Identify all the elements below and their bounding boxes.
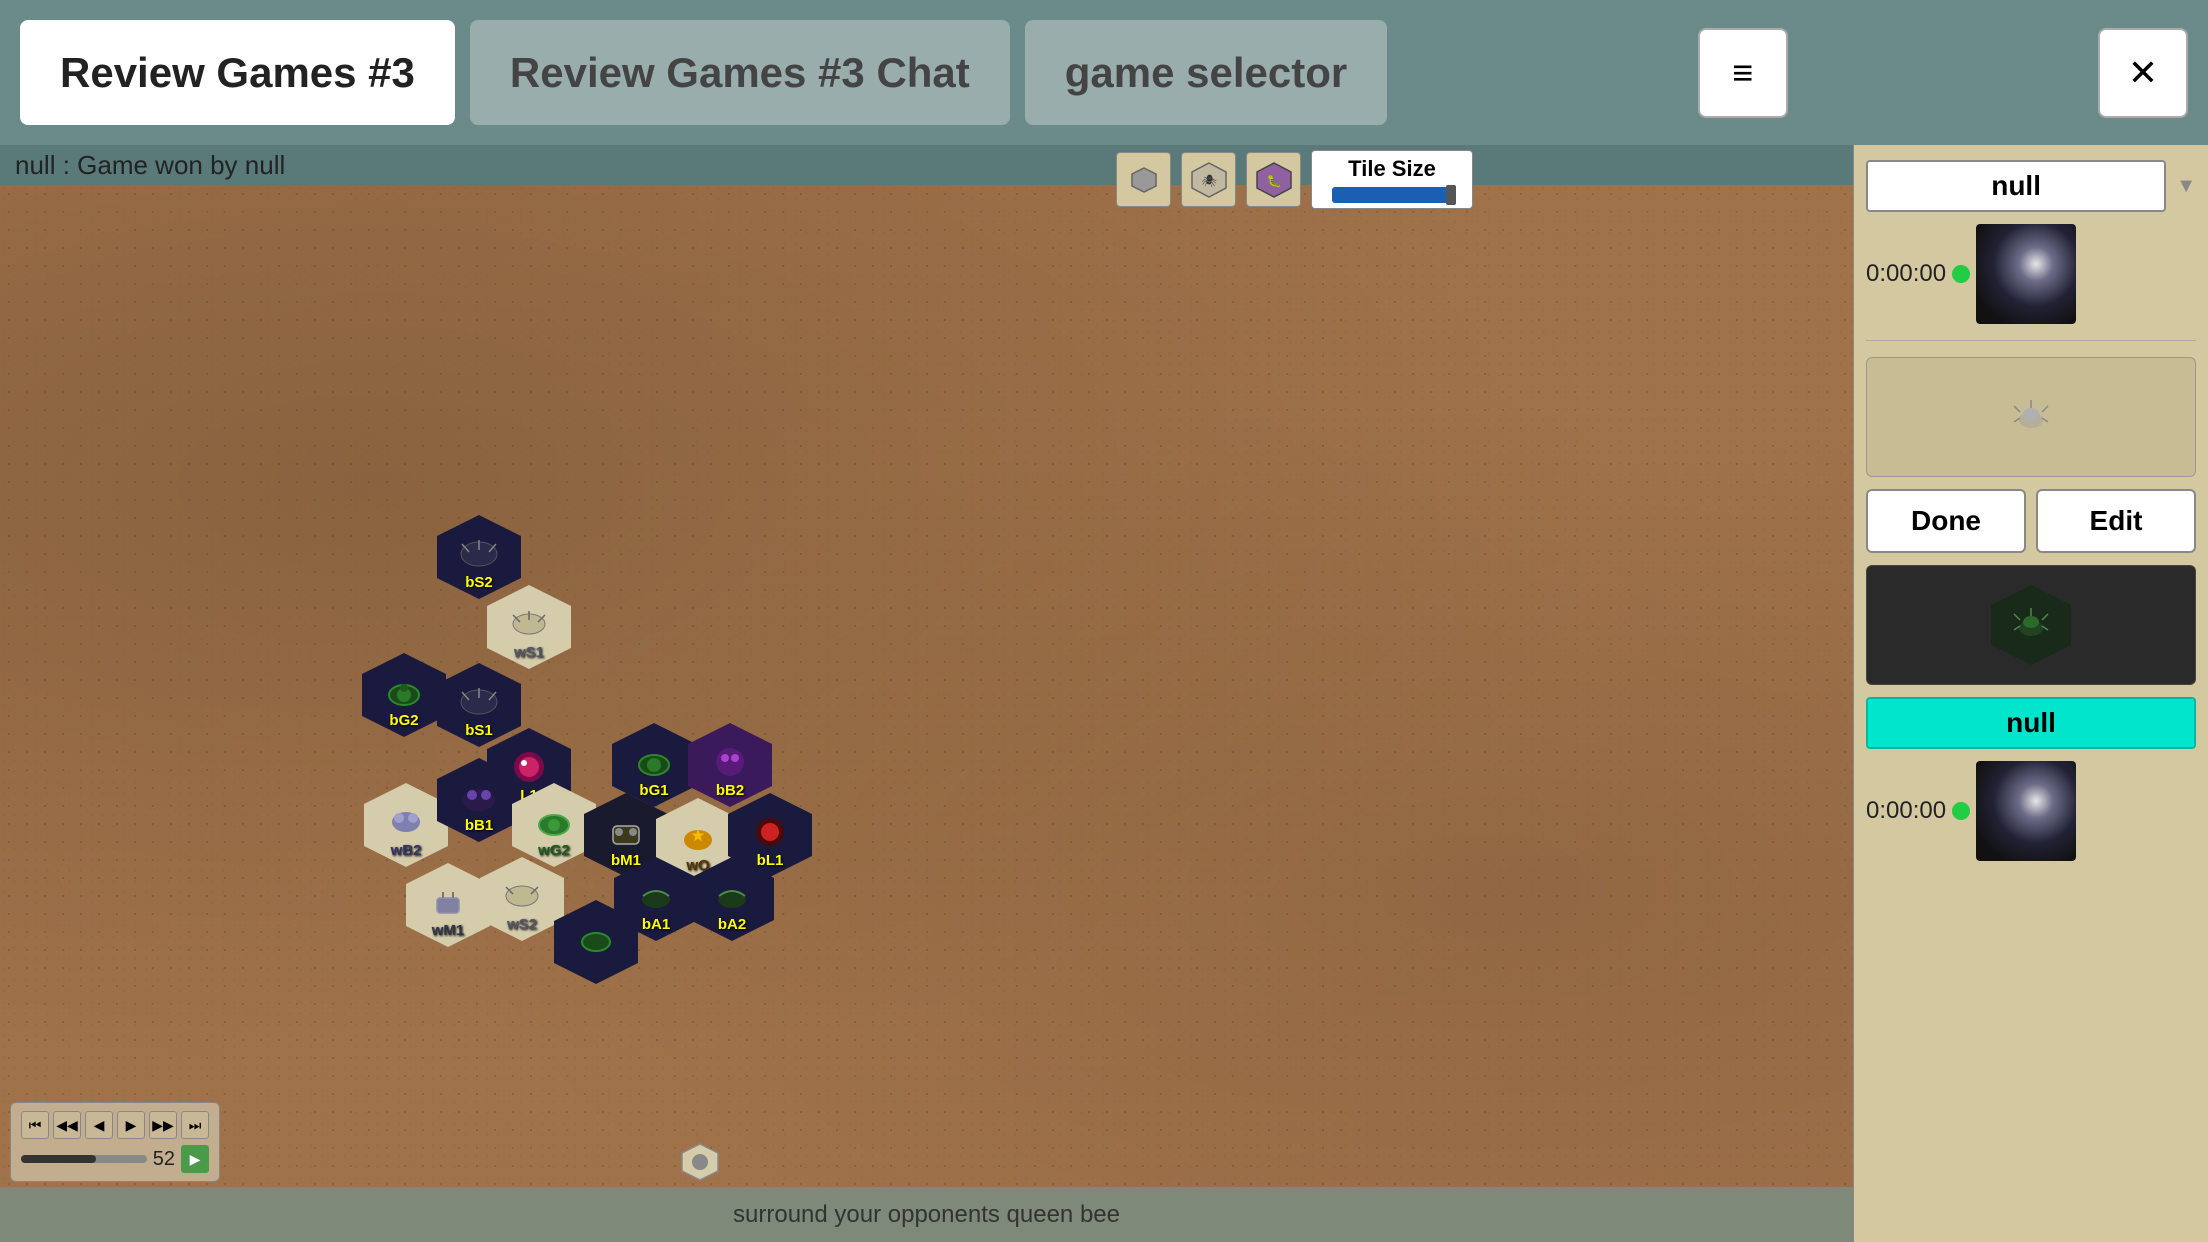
tab-chat[interactable]: Review Games #3 Chat (470, 20, 1010, 125)
hex-wB2[interactable]: wB2 (364, 783, 448, 867)
svg-text:🕷: 🕷 (1201, 174, 1216, 188)
player1-dropdown-icon: ▼ (2176, 175, 2196, 198)
piece-tray-top (1866, 357, 2196, 477)
tile-icon-small[interactable] (1116, 152, 1171, 207)
playback-rewind[interactable]: ◀ (85, 1111, 113, 1139)
hex-wS2[interactable]: wS2 (480, 857, 564, 941)
tab-game-selector[interactable]: game selector (1025, 20, 1387, 125)
player2-time: 0:00:00 (1866, 797, 1946, 825)
tile-size-slider[interactable] (1332, 187, 1452, 203)
tab-review-games[interactable]: Review Games #3 (20, 20, 455, 125)
board-area: null : Game won by null 🕷 (0, 145, 1853, 1242)
play-next-btn[interactable]: ▶ (181, 1145, 209, 1173)
status-bar: null : Game won by null 🕷 (0, 145, 1853, 185)
tile-size-label: Tile Size (1348, 156, 1436, 182)
hex-label-bM1: bM1 (611, 852, 641, 869)
hex-label-bB1: bB1 (465, 817, 493, 834)
hex-label-bL1: bL1 (757, 852, 784, 869)
tray-hex-piece[interactable] (1991, 377, 2071, 457)
progress-bar[interactable] (21, 1155, 147, 1163)
player1-time-dot (1952, 265, 1970, 283)
hex-label-bA1: bA1 (642, 916, 670, 933)
menu-button[interactable]: ≡ (1698, 28, 1788, 118)
tile-size-control: 🕷 🐛 Tile Size (1116, 150, 1473, 209)
player1-time: 0:00:00 (1866, 260, 1946, 288)
player1-galaxy-thumb (1976, 224, 2076, 324)
playback-rewind-fast[interactable]: ◀◀ (53, 1111, 81, 1139)
player2-row: null (1866, 697, 2196, 749)
done-btn[interactable]: Done (1866, 489, 2026, 553)
hex-wS1[interactable]: wS1 (487, 585, 571, 669)
tile-size-box: Tile Size (1311, 150, 1473, 209)
player1-time-row: 0:00:00 (1866, 224, 2196, 324)
hex-label-bA2: bA2 (718, 916, 746, 933)
main-content: null : Game won by null 🕷 (0, 145, 2208, 1242)
hex-label-bG2: bG2 (389, 712, 418, 729)
hex-label-wS2: wS2 (507, 916, 537, 933)
hex-bS1[interactable]: bS1 (437, 663, 521, 747)
hint-text: surround your opponents queen bee (733, 1201, 1120, 1229)
player1-name-btn[interactable]: null (1866, 160, 2166, 212)
tile-icon-purple[interactable]: 🐛 (1246, 152, 1301, 207)
player-indicator (680, 1142, 720, 1182)
player1-row: null ▼ (1866, 160, 2196, 212)
step-count: 52 (153, 1148, 175, 1171)
player2-galaxy-thumb (1976, 761, 2076, 861)
hex-label-wM1: wM1 (432, 922, 465, 939)
piece-tray-dark (1866, 565, 2196, 685)
bottom-bar: surround your opponents queen bee (0, 1187, 1853, 1242)
tile-icon-spider[interactable]: 🕷 (1181, 152, 1236, 207)
playback-buttons: ⏮ ◀◀ ◀ ▶ ▶▶ ⏭ (21, 1111, 209, 1139)
hex-bB2[interactable]: bB2 (688, 723, 772, 807)
playback-forward-fast[interactable]: ▶▶ (149, 1111, 177, 1139)
player2-name-btn[interactable]: null (1866, 697, 2196, 749)
hex-label-bG1: bG1 (639, 782, 668, 799)
playback-controls: ⏮ ◀◀ ◀ ▶ ▶▶ ⏭ 52 ▶ (10, 1102, 220, 1182)
playback-end[interactable]: ⏭ (181, 1111, 209, 1139)
player2-time-dot (1952, 802, 1970, 820)
edit-btn[interactable]: Edit (2036, 489, 2196, 553)
playback-forward[interactable]: ▶ (117, 1111, 145, 1139)
playback-start[interactable]: ⏮ (21, 1111, 49, 1139)
hex-bS2[interactable]: bS2 (437, 515, 521, 599)
hex-label-bS2: bS2 (465, 574, 493, 591)
header: Review Games #3 Review Games #3 Chat gam… (0, 0, 2208, 145)
svg-text:🐛: 🐛 (1266, 174, 1281, 188)
right-panel: null ▼ 0:00:00 (1853, 145, 2208, 1242)
action-buttons: Done Edit (1866, 489, 2196, 553)
hex-label-wS1: wS1 (514, 644, 544, 661)
board-canvas[interactable]: bS2 wS1 bG2 bS1 L1 (0, 185, 1853, 1187)
hex-label-bB2: bB2 (716, 782, 744, 799)
divider1 (1866, 340, 2196, 341)
close-button[interactable]: ✕ (2098, 28, 2188, 118)
hex-label-wB2: wB2 (391, 842, 422, 859)
hex-bG2[interactable]: bG2 (362, 653, 446, 737)
progress-bar-container: 52 ▶ (21, 1145, 209, 1173)
status-text: null : Game won by null (15, 150, 285, 181)
progress-fill (21, 1155, 96, 1163)
player2-time-row: 0:00:00 (1866, 761, 2196, 861)
dark-tray-hex[interactable] (1991, 585, 2071, 665)
hex-label-wG2: wG2 (538, 842, 570, 859)
hex-label-bS1: bS1 (465, 722, 493, 739)
hex-wM1[interactable]: wM1 (406, 863, 490, 947)
